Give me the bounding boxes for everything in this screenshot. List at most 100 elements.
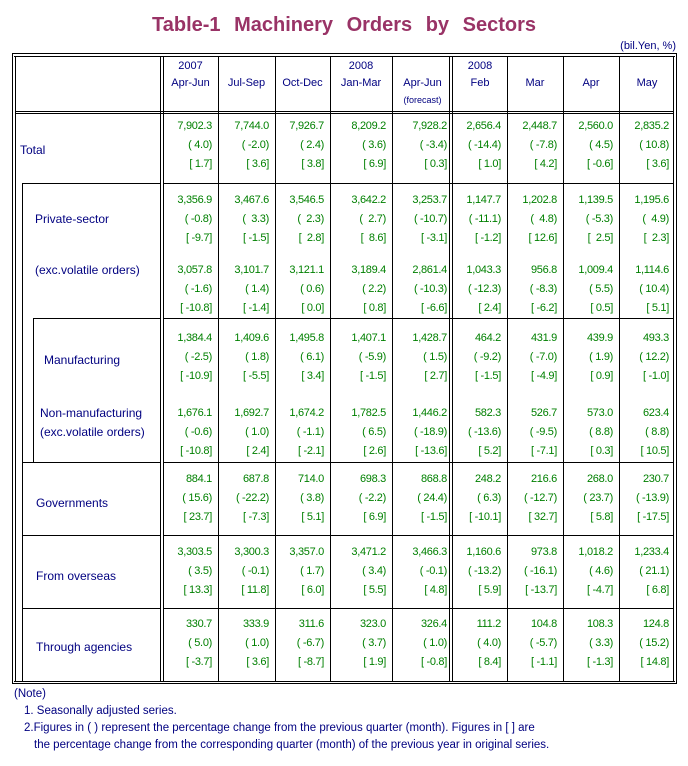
value: 3,253.7	[412, 194, 447, 206]
value: 7,926.7	[289, 120, 324, 132]
yoy-change: [ 14.8]	[640, 656, 670, 668]
yoy-change: [ 13.3]	[183, 584, 213, 596]
row-label-text: Total	[20, 143, 46, 157]
value: 323.0	[359, 618, 386, 630]
table-cell: 2,560.0 ( 4.5) [ -0.6]	[563, 117, 613, 174]
row-label-text: Manufacturing	[44, 353, 121, 367]
table-cell: 526.7 ( -9.5) [ -7.1]	[507, 404, 558, 461]
qoq-change: ( 3.3)	[589, 637, 613, 649]
yoy-change: [ 2.4]	[246, 445, 269, 457]
column-header: May	[619, 58, 675, 109]
outer-border	[12, 53, 677, 54]
qoq-change: ( -7.8)	[529, 139, 558, 151]
column-header-year	[563, 58, 619, 75]
value: 623.4	[642, 407, 669, 419]
note-3: the percentage change from the correspon…	[34, 739, 550, 751]
row-label: Non-manufacturing (exc.volatile orders)	[40, 404, 145, 442]
qoq-change: ( -11.1)	[468, 213, 502, 225]
yoy-change: [ 2.3]	[643, 232, 670, 244]
yoy-change: [ 0.3]	[590, 445, 613, 457]
column-header: Mar	[507, 58, 563, 109]
qoq-change: ( 5.0)	[188, 637, 212, 649]
value: 431.9	[530, 332, 557, 344]
table-cell: 268.0 ( 23.7) [ 5.8]	[563, 470, 613, 527]
row-divider	[163, 318, 674, 319]
yoy-change: [ 5.5]	[363, 584, 386, 596]
qoq-change: ( -14.4)	[467, 139, 501, 151]
value: 884.1	[185, 473, 212, 485]
value: 7,928.2	[412, 120, 447, 132]
qoq-change: ( -9.2)	[473, 351, 502, 363]
column-header-period: Apr	[582, 77, 600, 89]
qoq-change: ( -13.6)	[467, 426, 501, 438]
value: 3,357.0	[289, 546, 324, 558]
qoq-change: ( 0.6)	[300, 283, 324, 295]
qoq-change: ( 8.8)	[645, 426, 669, 438]
yoy-change: [ 3.6]	[246, 158, 269, 170]
yoy-change: [ 5.9]	[478, 584, 501, 596]
yoy-change: [ -10.9]	[180, 370, 212, 382]
qoq-change: ( -5.7)	[529, 637, 558, 649]
table-cell: 493.3 ( 12.2) [ -1.0]	[619, 329, 669, 386]
yoy-change: [ -3.1]	[420, 232, 447, 244]
table-cell: 439.9 ( 1.9) [ 0.9]	[563, 329, 613, 386]
yoy-change: [ 4.2]	[534, 158, 557, 170]
row-label: From overseas	[36, 567, 116, 586]
row-label-text: Private-sector	[35, 212, 110, 226]
value: 464.2	[474, 332, 501, 344]
value: 104.8	[530, 618, 557, 630]
table-cell: 1,407.1 ( -5.9) [ -1.5]	[330, 329, 386, 386]
column-header-sub	[453, 92, 507, 109]
value: 2,835.2	[634, 120, 669, 132]
indent-border	[22, 608, 161, 609]
indent-border	[22, 462, 161, 463]
qoq-change: ( 6.1)	[300, 351, 324, 363]
value: 439.9	[586, 332, 613, 344]
column-header-year: 2008	[348, 60, 374, 72]
value: 3,356.9	[177, 194, 212, 206]
qoq-change: ( -2.5)	[184, 351, 213, 363]
table-cell: 1,018.2 ( 4.6) [ -4.7]	[563, 543, 613, 600]
value: 1,495.8	[289, 332, 324, 344]
row-label: Total	[20, 141, 45, 160]
value: 3,189.4	[351, 264, 386, 276]
table-cell: 1,114.6 ( 10.4) [ 5.1]	[619, 261, 669, 318]
yoy-change: [ -10.8]	[180, 302, 212, 314]
qoq-change: ( -0.1)	[241, 565, 270, 577]
yoy-change: [ -6.6]	[420, 302, 447, 314]
column-header-year: 2008	[467, 60, 493, 72]
outer-border	[14, 56, 675, 57]
value: 973.8	[530, 546, 557, 558]
yoy-change: [ 11.8]	[241, 584, 269, 596]
yoy-change: [ -10.1]	[469, 511, 501, 523]
outer-border	[673, 56, 674, 682]
note-2: 2.Figures in ( ) represent the percentag…	[24, 722, 535, 734]
column-header-period: Oct-Dec	[282, 77, 323, 89]
column-header: Apr	[563, 58, 619, 109]
column-header-period: Apr-Jun	[403, 77, 442, 89]
yoy-change: [ -7.3]	[242, 511, 269, 523]
yoy-change: [ -1.5]	[474, 370, 501, 382]
table-cell: 124.8 ( 15.2) [ 14.8]	[619, 615, 669, 672]
table-cell: 1,160.6 ( -13.2) [ 5.9]	[453, 543, 501, 600]
table-cell: 1,233.4 ( 21.1) [ 6.8]	[619, 543, 669, 600]
row-label: Private-sector	[35, 210, 109, 229]
column-header-period: Mar	[525, 77, 545, 89]
row-divider	[163, 183, 674, 184]
table-cell: 3,101.7 ( 1.4) [ -1.4]	[218, 261, 269, 318]
column-header-year	[619, 58, 675, 75]
column-header-year	[392, 58, 453, 75]
yoy-change: [ 12.6]	[528, 232, 558, 244]
outer-border	[15, 56, 16, 682]
yoy-change: [ 2.8]	[298, 232, 325, 244]
yoy-change: [ 5.8]	[590, 511, 613, 523]
yoy-change: [ -0.8]	[420, 656, 447, 668]
yoy-change: [ -4.9]	[530, 370, 557, 382]
qoq-change: ( 10.8)	[639, 139, 669, 151]
value: 493.3	[642, 332, 669, 344]
column-header-period: Feb	[470, 77, 490, 89]
qoq-change: ( -18.9)	[413, 426, 447, 438]
table-cell: 2,835.2 ( 10.8) [ 3.6]	[619, 117, 669, 174]
qoq-change: ( 2.2)	[362, 283, 386, 295]
qoq-change: ( 21.1)	[639, 565, 669, 577]
